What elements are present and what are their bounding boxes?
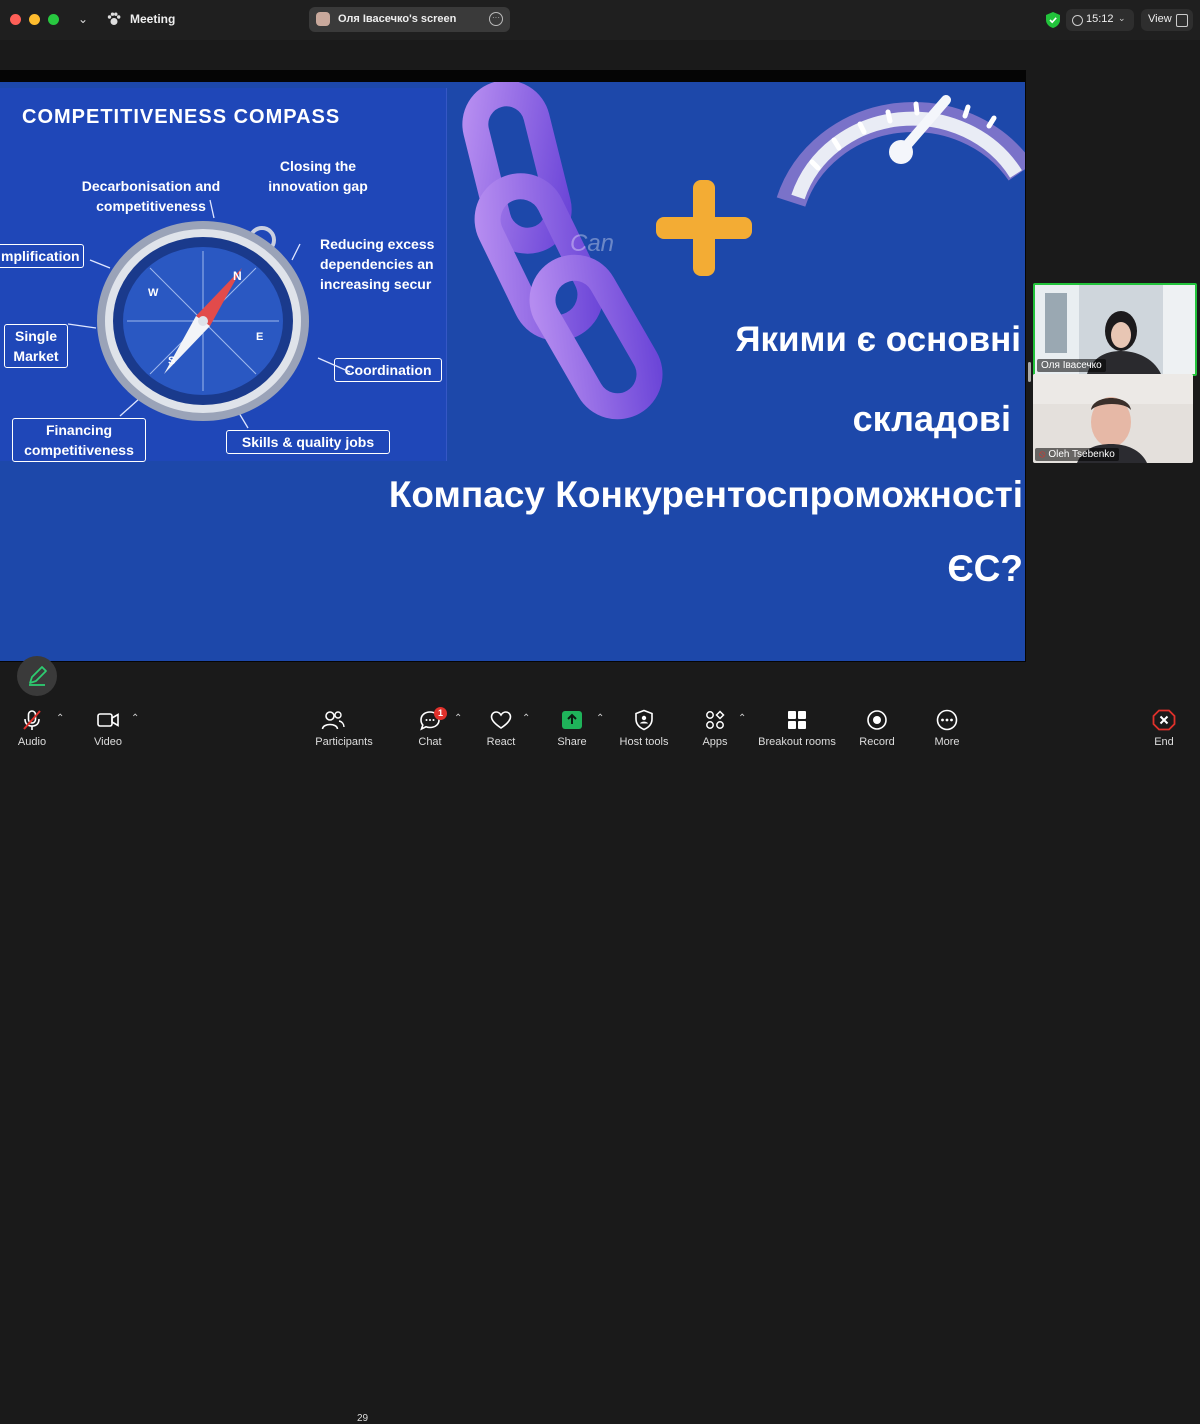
canva-watermark: Can — [570, 230, 615, 257]
video-camera-icon — [97, 713, 119, 727]
participant-tile-active[interactable]: Оля Івасечко — [1033, 283, 1197, 376]
close-window-button[interactable] — [10, 14, 21, 25]
view-button[interactable]: View — [1141, 9, 1193, 31]
participant-name: ⦸ Oleh Tsebenko — [1035, 448, 1119, 461]
host-tools-label: Host tools — [619, 736, 669, 748]
compass-illustration: N E S W — [67, 199, 351, 429]
apps-icon — [706, 710, 725, 729]
question-line-4: ЄС? — [947, 548, 1023, 589]
grid-view-icon — [1176, 14, 1188, 27]
participants-icon — [321, 711, 345, 730]
record-button[interactable]: Record — [857, 699, 897, 754]
speedometer-icon — [776, 95, 1025, 207]
participant-tile[interactable]: ⦸ Oleh Tsebenko — [1033, 374, 1193, 463]
chain-icon — [462, 82, 663, 420]
svg-text:S: S — [168, 355, 175, 367]
end-label: End — [1154, 736, 1174, 748]
title-bar: ⌄ Meeting Оля Івасечко's screen ··· 15:1… — [0, 0, 1200, 40]
meeting-toolbar: Audio ⌃ Video ⌃ Participants 29 Chat ⌃ R… — [0, 699, 1200, 1424]
share-screen-icon — [562, 711, 582, 729]
app-title: Meeting — [130, 12, 176, 26]
video-label: Video — [94, 736, 122, 748]
chevron-down-icon: ⌄ — [1118, 13, 1126, 23]
video-options-chevron-icon[interactable]: ⌃ — [131, 713, 139, 724]
record-label: Record — [859, 736, 895, 748]
breakout-rooms-icon — [788, 711, 806, 729]
question-line-3: Компасу Конкурентоспроможності — [388, 474, 1023, 515]
chat-label: Chat — [418, 736, 442, 748]
timer-text: 15:12 — [1086, 13, 1114, 25]
chat-unread-badge: 1 — [434, 707, 447, 720]
more-options-icon[interactable]: ··· — [489, 12, 503, 26]
view-label: View — [1148, 13, 1172, 25]
chat-options-chevron-icon[interactable]: ⌃ — [454, 713, 462, 724]
avatar — [316, 12, 330, 26]
participants-button[interactable]: Participants — [312, 699, 376, 754]
meeting-timer[interactable]: 15:12 ⌄ — [1066, 9, 1134, 31]
breakout-rooms-button[interactable]: Breakout rooms — [757, 699, 837, 754]
clock-icon — [1072, 15, 1083, 26]
svg-text:W: W — [148, 287, 159, 299]
resize-handle[interactable] — [1028, 362, 1031, 382]
react-button[interactable]: React — [481, 699, 521, 754]
video-button[interactable]: Video — [88, 699, 128, 754]
more-label: More — [934, 736, 960, 748]
participants-label: Participants — [315, 736, 373, 748]
audio-options-chevron-icon[interactable]: ⌃ — [56, 713, 64, 724]
heart-icon — [490, 711, 512, 729]
pencil-icon — [29, 666, 47, 686]
share-options-chevron-icon[interactable]: ⌃ — [596, 713, 604, 724]
minimize-window-button[interactable] — [29, 14, 40, 25]
end-meeting-button[interactable]: End — [1144, 699, 1184, 754]
svg-text:N: N — [233, 269, 242, 283]
participant-name: Оля Івасечко — [1037, 359, 1106, 372]
window-controls — [10, 14, 59, 25]
record-icon — [867, 710, 887, 730]
share-label: Share — [557, 736, 587, 748]
svg-text:E: E — [256, 331, 263, 343]
question-line-1: Якими є основні — [735, 320, 1021, 359]
more-button[interactable]: More — [927, 699, 967, 754]
react-options-chevron-icon[interactable]: ⌃ — [522, 713, 530, 724]
maximize-window-button[interactable] — [48, 14, 59, 25]
host-tools-button[interactable]: Host tools — [616, 699, 672, 754]
apps-button[interactable]: Apps — [695, 699, 735, 754]
apps-label: Apps — [702, 736, 728, 748]
slide-decoration — [462, 82, 1025, 420]
end-call-icon — [1152, 709, 1176, 731]
annotate-button[interactable] — [17, 656, 57, 696]
shield-icon — [635, 709, 653, 731]
breakout-rooms-label: Breakout rooms — [758, 736, 836, 748]
more-icon — [936, 709, 958, 731]
audio-button[interactable]: Audio — [12, 699, 52, 754]
muted-microphone-icon — [23, 710, 41, 730]
chevron-down-icon[interactable]: ⌄ — [78, 12, 88, 26]
paw-icon — [107, 12, 121, 25]
react-label: React — [486, 736, 516, 748]
presentation-slide: COMPETITIVENESS COMPASS Decarbonisation … — [0, 82, 1025, 661]
audio-label: Audio — [17, 736, 47, 748]
apps-options-chevron-icon[interactable]: ⌃ — [738, 713, 746, 724]
plus-icon — [656, 180, 752, 276]
screen-share-label: Оля Івасечко's screen — [338, 13, 457, 25]
question-line-2: складові — [852, 398, 1011, 439]
share-button[interactable]: Share — [552, 699, 592, 754]
participant-name-text: Oleh Tsebenko — [1048, 449, 1115, 460]
compass-infographic: COMPETITIVENESS COMPASS Decarbonisation … — [0, 88, 447, 462]
muted-mic-icon: ⦸ — [1039, 449, 1046, 460]
screen-share-indicator[interactable]: Оля Івасечко's screen ··· — [309, 7, 510, 32]
participants-count: 29 — [357, 1413, 369, 1424]
encryption-shield-icon[interactable] — [1046, 12, 1060, 28]
